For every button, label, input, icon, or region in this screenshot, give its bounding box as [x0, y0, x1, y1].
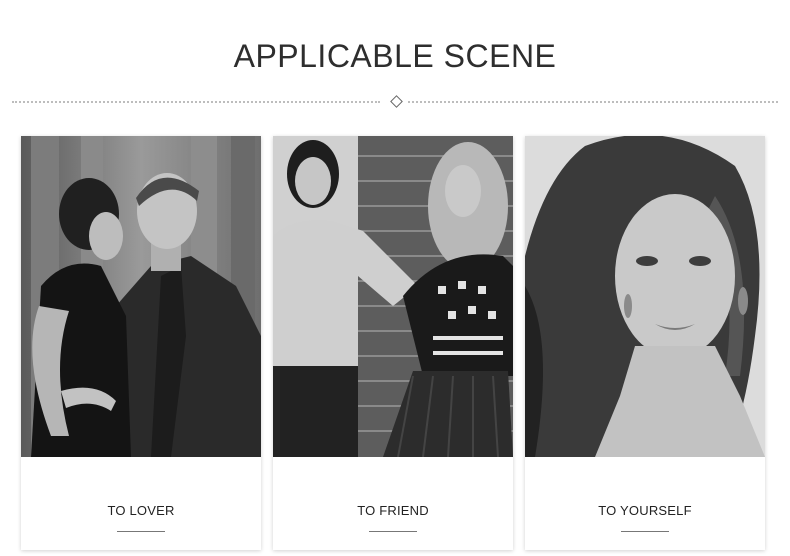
label-underline: [621, 531, 669, 532]
label-underline: [117, 531, 165, 532]
scene-label: TO FRIEND: [357, 503, 429, 518]
diamond-icon: [390, 95, 403, 108]
label-underline: [369, 531, 417, 532]
scene-card-friend[interactable]: TO FRIEND: [273, 136, 513, 550]
scene-card-lover[interactable]: TO LOVER: [21, 136, 261, 550]
couple-photo: [21, 136, 261, 457]
scene-label: TO YOURSELF: [598, 503, 692, 518]
scene-label: TO LOVER: [107, 503, 175, 518]
divider-dots-right: [408, 101, 778, 103]
friends-photo: [273, 136, 513, 457]
scene-card-yourself[interactable]: TO YOURSELF: [525, 136, 765, 550]
divider-dots-left: [12, 101, 380, 103]
dotted-divider: [12, 95, 778, 108]
section-title: APPLICABLE SCENE: [233, 38, 557, 74]
woman-portrait-photo: [525, 136, 765, 457]
